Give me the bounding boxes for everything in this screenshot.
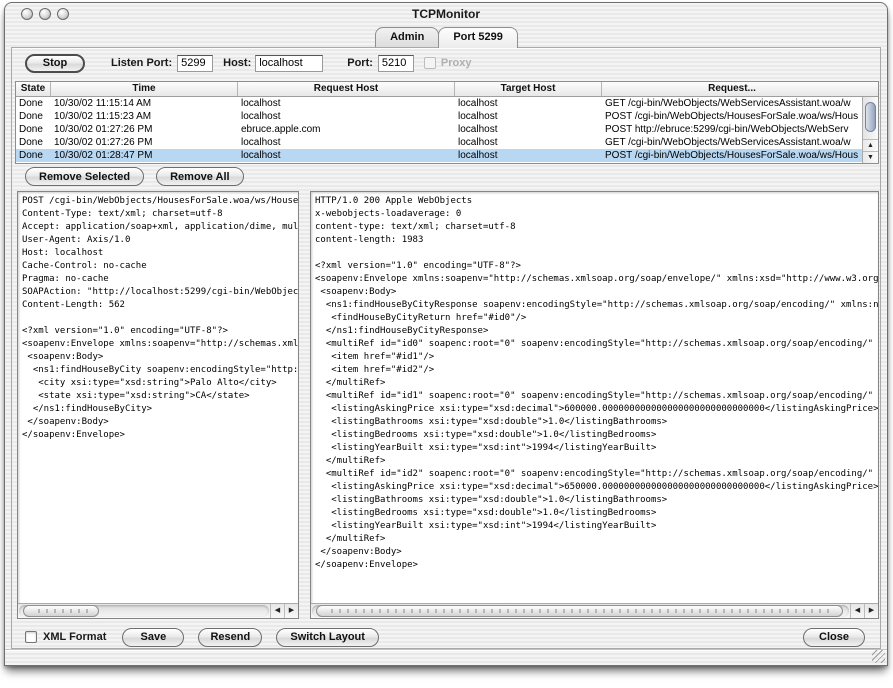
port-label: Port:	[347, 57, 373, 69]
table-row[interactable]: Done 10/30/02 11:15:14 AM localhost loca…	[16, 97, 862, 110]
tcpmonitor-window: TCPMonitor Admin Port 5299 Stop Listen P…	[4, 2, 888, 666]
cell-state: Done	[16, 149, 51, 162]
cell-time: 10/30/02 11:15:14 AM	[51, 97, 238, 110]
table-row-selected[interactable]: Done 10/30/02 01:28:47 PM localhost loca…	[16, 149, 862, 162]
remove-all-button[interactable]: Remove All	[156, 167, 244, 186]
scroll-track[interactable]	[19, 605, 269, 617]
cell-target-host: localhost	[455, 149, 602, 162]
title-bar[interactable]: TCPMonitor	[5, 3, 887, 25]
listen-port-input[interactable]	[177, 55, 213, 72]
remove-selected-button[interactable]: Remove Selected	[25, 167, 144, 186]
scroll-thumb[interactable]	[23, 605, 99, 617]
scroll-track[interactable]	[312, 605, 849, 617]
port-input[interactable]	[378, 55, 414, 72]
host-label: Host:	[223, 57, 251, 69]
table-row[interactable]: Done 10/30/02 01:27:26 PM ebruce.apple.c…	[16, 123, 862, 136]
scroll-right-icon[interactable]: ▶	[864, 604, 878, 618]
cell-request: POST http://ebruce:5299/cgi-bin/WebObjec…	[602, 123, 862, 136]
cell-target-host: localhost	[455, 136, 602, 149]
stop-button[interactable]: Stop	[25, 54, 85, 73]
cell-state: Done	[16, 97, 51, 110]
column-header-state[interactable]: State	[16, 82, 51, 96]
cell-request: POST /cgi-bin/WebObjects/HousesForSale.w…	[602, 149, 862, 162]
cell-time: 10/30/02 11:15:23 AM	[51, 110, 238, 123]
cell-target-host: localhost	[455, 123, 602, 136]
scroll-thumb[interactable]	[316, 605, 843, 617]
proxy-label: Proxy	[441, 57, 472, 69]
cell-request-host: localhost	[238, 110, 455, 123]
scroll-up-icon[interactable]: ▲	[863, 139, 878, 151]
cell-state: Done	[16, 123, 51, 136]
column-header-time[interactable]: Time	[51, 82, 238, 96]
scroll-thumb[interactable]	[865, 102, 876, 132]
table-body: Done 10/30/02 11:15:14 AM localhost loca…	[16, 97, 862, 163]
window-title: TCPMonitor	[5, 7, 887, 21]
response-pane-text[interactable]: HTTP/1.0 200 Apple WebObjects x-webobjec…	[311, 192, 878, 603]
footer-actions: XML Format Save Resend Switch Layout Clo…	[19, 627, 873, 647]
cell-state: Done	[16, 110, 51, 123]
cell-time: 10/30/02 01:28:47 PM	[51, 149, 238, 162]
remove-actions: Remove Selected Remove All	[25, 167, 244, 186]
listen-port-label: Listen Port:	[111, 57, 172, 69]
proxy-checkbox[interactable]	[424, 57, 436, 69]
xml-format-label: XML Format	[43, 631, 106, 643]
switch-layout-button[interactable]: Switch Layout	[276, 628, 379, 647]
request-pane: POST /cgi-bin/WebObjects/HousesForSale.w…	[17, 191, 299, 619]
cell-target-host: localhost	[455, 97, 602, 110]
table-row[interactable]: Done 10/30/02 11:15:23 AM localhost loca…	[16, 110, 862, 123]
column-header-request-host[interactable]: Request Host	[238, 82, 455, 96]
cell-time: 10/30/02 01:27:26 PM	[51, 123, 238, 136]
cell-time: 10/30/02 01:27:26 PM	[51, 136, 238, 149]
cell-request: GET /cgi-bin/WebObjects/WebServicesAssis…	[602, 97, 862, 110]
requests-table: State Time Request Host Target Host Requ…	[15, 81, 879, 164]
scroll-left-icon[interactable]: ◀	[270, 604, 284, 618]
window-bottom-bar	[5, 649, 887, 665]
cell-request-host: localhost	[238, 149, 455, 162]
request-pane-horizontal-scrollbar[interactable]: ◀ ▶	[18, 603, 298, 618]
cell-request: POST /cgi-bin/WebObjects/HousesForSale.w…	[602, 110, 862, 123]
scroll-right-icon[interactable]: ▶	[284, 604, 298, 618]
cell-target-host: localhost	[455, 110, 602, 123]
cell-request: GET /cgi-bin/WebObjects/WebServicesAssis…	[602, 136, 862, 149]
column-header-target-host[interactable]: Target Host	[455, 82, 602, 96]
resend-button[interactable]: Resend	[198, 628, 262, 647]
response-pane-horizontal-scrollbar[interactable]: ◀ ▶	[311, 603, 878, 618]
table-header: State Time Request Host Target Host Requ…	[16, 82, 878, 97]
request-pane-text[interactable]: POST /cgi-bin/WebObjects/HousesForSale.w…	[18, 192, 298, 603]
cell-request-host: localhost	[238, 97, 455, 110]
save-button[interactable]: Save	[122, 628, 184, 647]
cell-state: Done	[16, 136, 51, 149]
table-vertical-scrollbar[interactable]: ▲ ▼	[862, 97, 878, 163]
tab-admin[interactable]: Admin	[375, 27, 439, 48]
column-header-request[interactable]: Request...	[602, 82, 862, 96]
resize-grip-icon[interactable]	[872, 650, 885, 663]
tab-port-5299[interactable]: Port 5299	[438, 27, 518, 48]
close-button[interactable]: Close	[803, 628, 865, 647]
scroll-down-icon[interactable]: ▼	[863, 151, 878, 163]
cell-request-host: ebruce.apple.com	[238, 123, 455, 136]
xml-format-checkbox[interactable]	[25, 631, 37, 643]
connection-controls: Stop Listen Port: Host: Port: Proxy	[19, 52, 873, 74]
response-pane: HTTP/1.0 200 Apple WebObjects x-webobjec…	[310, 191, 879, 619]
tab-bar: Admin Port 5299	[5, 26, 887, 48]
cell-request-host: localhost	[238, 136, 455, 149]
scroll-left-icon[interactable]: ◀	[850, 604, 864, 618]
host-input[interactable]	[255, 55, 323, 72]
table-row[interactable]: Done 10/30/02 01:27:26 PM localhost loca…	[16, 136, 862, 149]
